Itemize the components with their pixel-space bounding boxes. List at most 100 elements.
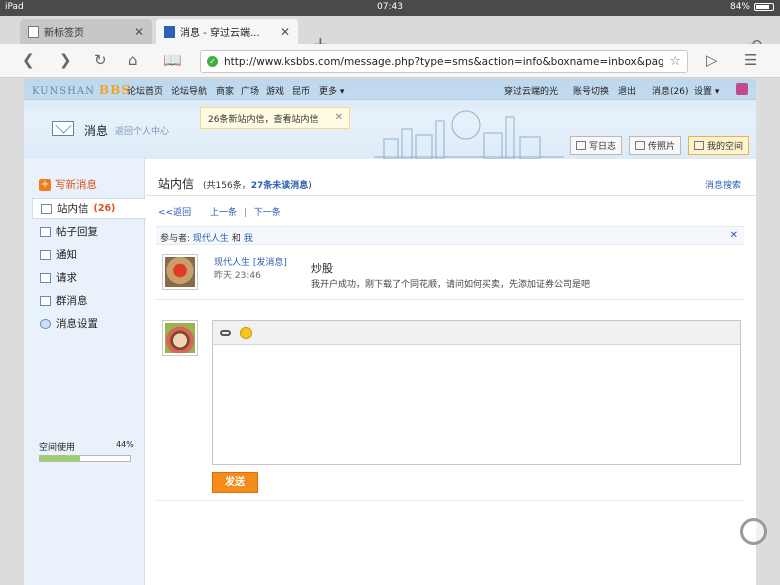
nav-games[interactable]: 游戏: [266, 84, 284, 97]
photo-icon: [635, 141, 645, 150]
nav-merchants[interactable]: 商家: [216, 84, 234, 97]
sidebar-item-label: 请求: [56, 272, 77, 284]
tab-label: 新标签页: [44, 28, 84, 39]
sidebar-item-label: 通知: [56, 249, 77, 261]
forward-arrow-icon[interactable]: ❯: [59, 52, 72, 69]
sender-avatar[interactable]: [162, 254, 198, 290]
divider: [156, 299, 744, 300]
message-detail: 站内信 (共156条，27条未读消息) 消息搜索 <<返回 上一条 | 下一条 …: [146, 159, 756, 585]
pencil-icon: [40, 249, 51, 260]
tab-label: 消息 - 穿过云端...: [180, 28, 260, 39]
page-title: 消息: [84, 124, 109, 138]
space-usage-label: 空间使用: [39, 443, 76, 453]
nav-switch-account[interactable]: 账号切换: [573, 84, 609, 97]
message-search-link[interactable]: 消息搜索: [705, 178, 741, 191]
back-arrow-icon[interactable]: ❮: [22, 52, 35, 69]
new-message-notification[interactable]: 26条新站内信，查看站内信 ✕: [200, 107, 350, 129]
participant-link[interactable]: 现代人生: [193, 234, 229, 244]
message-timestamp: 昨天 23:46: [214, 271, 261, 281]
chevron-down-icon: ▾: [712, 87, 720, 97]
url-text[interactable]: http://www.ksbbs.com/message.php?type=sm…: [224, 56, 663, 68]
close-icon[interactable]: ✕: [730, 230, 738, 241]
message-sidebar: + 写新消息 站内信 (26) 帖子回复 通知 请求 群消息 消息设置 空间使用: [24, 159, 146, 585]
space-usage-fill: [40, 456, 80, 461]
menu-icon[interactable]: ☰: [744, 52, 757, 69]
plus-icon: +: [39, 178, 51, 191]
message-count-summary: (共156条，27条未读消息): [203, 178, 312, 191]
message-subject: 炒股: [311, 262, 333, 275]
insert-link-icon[interactable]: [220, 329, 231, 336]
close-icon[interactable]: ✕: [134, 25, 144, 39]
nav-messages[interactable]: 消息(26): [652, 84, 688, 97]
compose-message-button[interactable]: + 写新消息: [39, 177, 97, 192]
sidebar-item-requests[interactable]: 请求: [32, 267, 146, 288]
play-icon[interactable]: ▷: [706, 52, 718, 69]
bookmarks-icon[interactable]: 📖: [163, 52, 182, 69]
sidebar-item-label: 消息设置: [56, 318, 98, 330]
tab-new-tab[interactable]: 新标签页 ✕: [20, 19, 152, 44]
nav-settings[interactable]: 设置 ▾: [694, 84, 719, 97]
reload-icon[interactable]: ↻: [94, 52, 107, 69]
sidebar-item-message-settings[interactable]: 消息设置: [32, 313, 146, 334]
skin-palette-icon[interactable]: [736, 83, 748, 95]
total-suffix: ): [308, 181, 312, 191]
reply-editor[interactable]: [212, 320, 741, 465]
nav-username[interactable]: 穿过云端的光: [504, 84, 558, 97]
separator: |: [243, 208, 247, 218]
browser-tab-bar: 新标签页 ✕ 消息 - 穿过云端... ✕ + ↶: [0, 16, 780, 54]
nav-coins[interactable]: 昆币: [292, 84, 310, 97]
notification-text[interactable]: 26条新站内信，查看站内信: [208, 112, 318, 125]
sidebar-item-notifications[interactable]: 通知: [32, 244, 146, 265]
close-icon[interactable]: ✕: [335, 112, 343, 123]
message-body: 我开户成功，刚下载了个同花顺，请问如何买卖，先添加证券公司是吧: [311, 280, 591, 290]
group-chat-icon: [40, 295, 51, 306]
total-prefix: (共156条，: [203, 181, 251, 191]
nav-logout[interactable]: 退出: [618, 84, 636, 97]
address-bar[interactable]: ✓ http://www.ksbbs.com/message.php?type=…: [200, 50, 688, 73]
previous-message-link[interactable]: 上一条: [210, 208, 237, 218]
unread-messages-link[interactable]: 27条未读消息: [251, 181, 309, 191]
nav-more-label: 更多: [319, 87, 338, 97]
sidebar-item-group-messages[interactable]: 群消息: [32, 290, 146, 311]
close-icon[interactable]: ✕: [280, 25, 290, 39]
nav-forum-guide[interactable]: 论坛导航: [171, 84, 207, 97]
write-blog-button[interactable]: 写日志: [570, 136, 623, 155]
compose-label: 写新消息: [55, 179, 97, 191]
home-icon[interactable]: ⌂: [128, 52, 138, 69]
chevron-down-icon: ▾: [337, 87, 345, 97]
site-favicon-icon: [164, 25, 175, 38]
sidebar-item-inbox[interactable]: 站内信 (26): [32, 198, 146, 219]
message-pagination: <<返回 上一条 | 下一条: [158, 205, 281, 218]
inbox-title: 站内信: [158, 177, 195, 191]
speech-bubble-icon: [40, 226, 51, 237]
my-avatar[interactable]: [162, 320, 198, 356]
tab-messages[interactable]: 消息 - 穿过云端... ✕: [156, 19, 298, 44]
back-link[interactable]: <<返回: [158, 208, 191, 218]
sidebar-item-label: 群消息: [56, 295, 88, 307]
upload-photo-button[interactable]: 传照片: [629, 136, 682, 155]
sender-name-link[interactable]: 现代人生 [发消息]: [214, 255, 287, 268]
participant-self-link[interactable]: 我: [244, 234, 253, 244]
avatar-image: [165, 323, 195, 353]
back-to-profile-link[interactable]: 返回个人中心: [115, 124, 169, 137]
my-space-label: 我的空间: [707, 142, 744, 152]
next-message-link[interactable]: 下一条: [254, 208, 281, 218]
top-navigation: KUNSHAN BBS 论坛首页 论坛导航 商家 广场 游戏 昆币 更多 ▾ 穿…: [24, 79, 756, 100]
editor-toolbar: [213, 321, 740, 345]
envelope-icon: [52, 121, 74, 136]
nav-plaza[interactable]: 广场: [241, 84, 259, 97]
send-button[interactable]: 发送: [212, 472, 258, 493]
my-space-button[interactable]: 我的空间: [688, 136, 750, 155]
battery-status: 84%: [730, 2, 774, 12]
nav-forum-home[interactable]: 论坛首页: [127, 84, 163, 97]
site-logo[interactable]: KUNSHAN BBS: [32, 83, 131, 97]
sidebar-item-label: 站内信: [57, 203, 89, 215]
participants-bar: 参与者: 现代人生 和 我 ✕: [156, 226, 744, 245]
emoji-icon[interactable]: [240, 326, 252, 339]
space-usage-bar: [39, 455, 131, 462]
participants-label: 参与者:: [160, 234, 191, 244]
assistive-touch-button[interactable]: [740, 518, 767, 545]
sidebar-item-post-replies[interactable]: 帖子回复: [32, 221, 146, 242]
nav-more[interactable]: 更多 ▾: [319, 84, 344, 97]
star-icon[interactable]: ☆: [669, 54, 681, 69]
